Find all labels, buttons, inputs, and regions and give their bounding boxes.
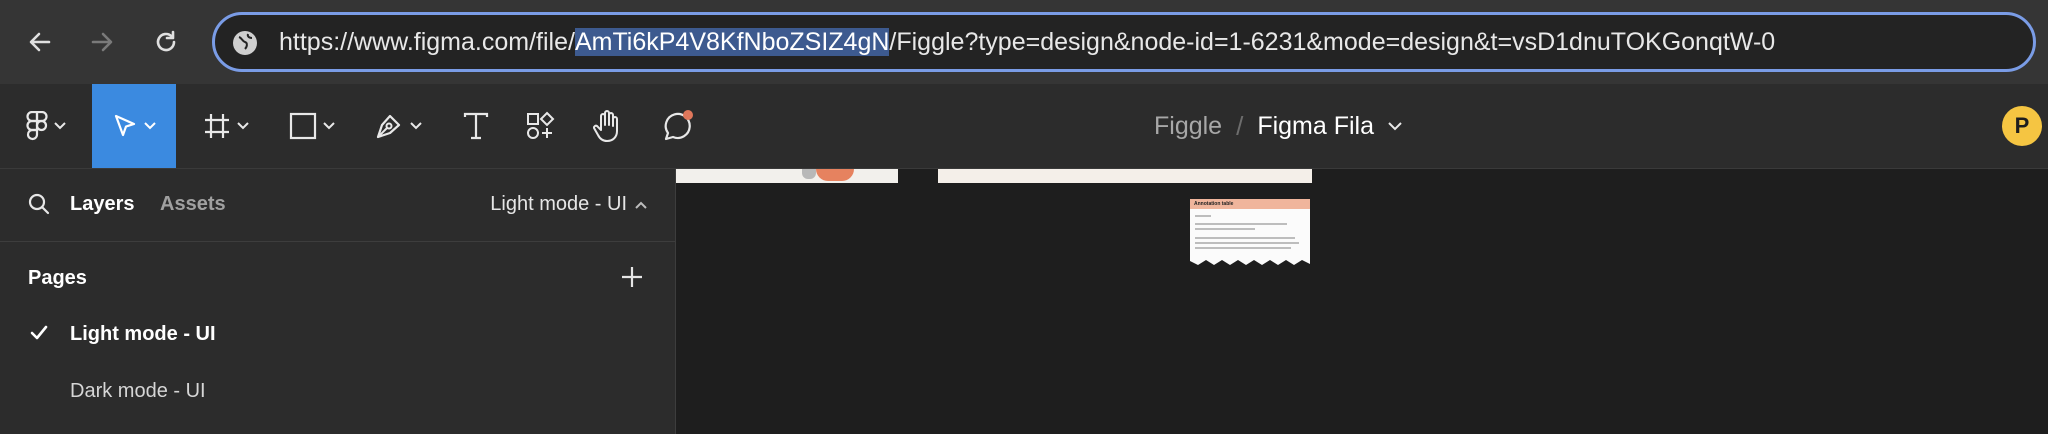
chevron-up-icon [635, 201, 647, 209]
note-title: Annotation table [1190, 199, 1310, 209]
note-text-line [1195, 237, 1295, 239]
canvas-frame[interactable] [938, 169, 1312, 183]
note-text-line [1195, 228, 1255, 230]
note-text-line [1195, 223, 1287, 225]
reload-button[interactable] [146, 22, 186, 62]
breadcrumb: Figgle / Figma Fila [1154, 84, 1402, 168]
design-canvas[interactable]: Annotation table [676, 169, 2048, 434]
frame-shape [816, 169, 854, 181]
frame-shape [802, 169, 816, 179]
frame-icon [205, 114, 229, 138]
text-tool-button[interactable] [446, 84, 506, 168]
chevron-down-icon [144, 122, 156, 130]
url-selected-segment: AmTi6kP4V8KfNboZSIZ4gN [574, 28, 890, 56]
note-text-line [1195, 247, 1291, 249]
tab-layers[interactable]: Layers [70, 193, 135, 216]
chevron-down-icon [237, 122, 249, 130]
torn-edge [1190, 257, 1310, 265]
shape-tool-button[interactable] [276, 84, 348, 168]
project-name[interactable]: Figgle [1154, 112, 1222, 141]
page-item-dark-mode[interactable]: Dark mode - UI [0, 370, 675, 414]
move-tool-button[interactable] [92, 84, 176, 168]
forward-button[interactable] [82, 22, 122, 62]
left-panel: Layers Assets Light mode - UI Pages Ligh… [0, 169, 676, 434]
figma-toolbar: Figgle / Figma Fila [0, 84, 2048, 169]
plus-icon[interactable] [620, 265, 644, 289]
components-icon [527, 111, 555, 139]
tab-assets[interactable]: Assets [160, 193, 226, 216]
back-button[interactable] [20, 22, 60, 62]
note-text-line [1195, 215, 1211, 217]
text-icon [463, 112, 489, 140]
page-label: Dark mode - UI [70, 380, 206, 402]
annotation-note[interactable]: Annotation table [1190, 199, 1310, 265]
note-text-line [1195, 242, 1299, 244]
pages-title: Pages [28, 267, 87, 289]
avatar[interactable]: P [2002, 106, 2042, 146]
arrow-right-icon [91, 32, 113, 52]
chevron-down-icon [323, 122, 335, 130]
pen-tool-button[interactable] [362, 84, 434, 168]
hand-icon [593, 110, 618, 142]
current-page-label: Light mode - UI [490, 193, 627, 215]
panel-tabs: Layers Assets Light mode - UI [0, 169, 675, 242]
chevron-down-icon [54, 122, 66, 130]
rectangle-icon [289, 112, 317, 140]
hand-tool-button[interactable] [576, 84, 640, 168]
main-menu-button[interactable] [0, 84, 92, 168]
arrow-left-icon [29, 32, 51, 52]
url-text: https://www.figma.com/file/AmTi6kP4V8KfN… [279, 15, 1775, 69]
url-prefix: https://www.figma.com/file/ [279, 28, 575, 56]
chevron-down-icon [410, 122, 422, 130]
browser-bar: https://www.figma.com/file/AmTi6kP4V8KfN… [0, 0, 2048, 84]
page-selector[interactable]: Light mode - UI [490, 193, 647, 216]
breadcrumb-separator: / [1236, 110, 1244, 141]
search-icon[interactable] [28, 193, 50, 215]
address-bar[interactable]: https://www.figma.com/file/AmTi6kP4V8KfN… [212, 12, 2036, 72]
cursor-icon [114, 114, 136, 137]
page-item-light-mode[interactable]: Light mode - UI [0, 313, 675, 357]
comment-icon [664, 110, 693, 141]
frame-tool-button[interactable] [190, 84, 262, 168]
reload-icon [156, 30, 176, 52]
checkmark-icon [30, 325, 48, 340]
url-suffix: /Figgle?type=design&node-id=1-6231&mode=… [889, 28, 1776, 56]
file-name[interactable]: Figma Fila [1257, 112, 1374, 141]
figma-logo-icon [26, 111, 48, 141]
chevron-down-icon[interactable] [1388, 121, 1402, 131]
comment-tool-button[interactable] [646, 84, 710, 168]
page-label: Light mode - UI [70, 323, 216, 345]
globe-icon [233, 31, 257, 55]
pen-icon [376, 114, 401, 139]
resources-button[interactable] [510, 84, 570, 168]
canvas-frame[interactable] [676, 169, 898, 183]
